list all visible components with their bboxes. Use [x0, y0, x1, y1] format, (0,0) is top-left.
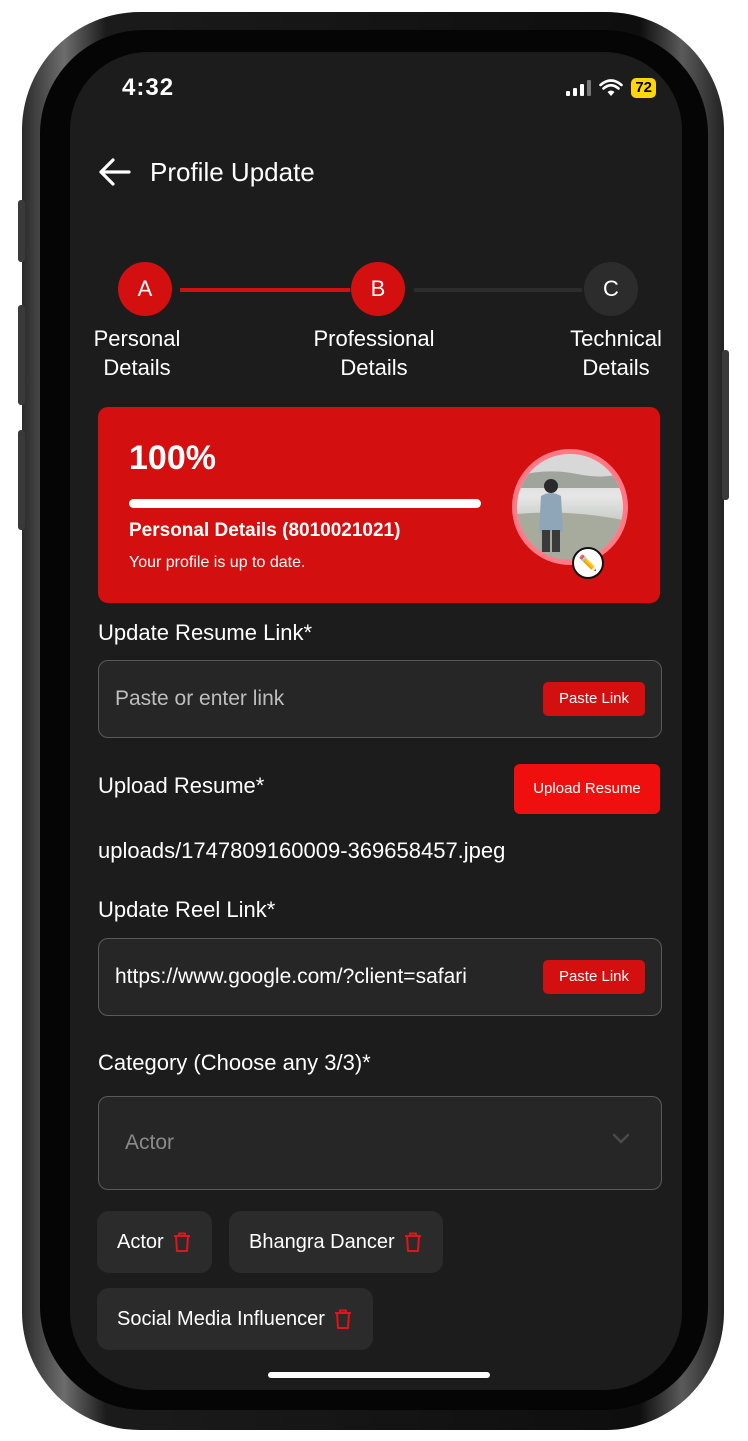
profile-status-text: Your profile is up to date. [129, 554, 306, 571]
avatar [517, 454, 623, 560]
chip-label: Actor [117, 1230, 164, 1253]
category-chip-actor: Actor [97, 1211, 212, 1273]
step-c-label: Technical Details [570, 326, 662, 380]
status-icons: 72 [566, 78, 656, 98]
step-b-letter: B [370, 276, 386, 301]
resume-link-label: Update Resume Link* [98, 620, 313, 645]
category-label: Category (Choose any 3/3)* [98, 1050, 371, 1075]
volume-up-button [18, 305, 25, 405]
reel-link-input[interactable]: https://www.google.com/?client=safari [115, 939, 515, 1015]
uploaded-file-path: uploads/1747809160009-369658457.jpeg [98, 838, 506, 863]
step-a-circle[interactable]: A [118, 262, 172, 316]
personal-details-title: Personal Details (8010021021) [129, 520, 401, 541]
page-title: Profile Update [150, 156, 315, 187]
step-connector-bc [414, 288, 582, 292]
wifi-icon [599, 79, 624, 96]
step-b-circle[interactable]: B [351, 262, 405, 316]
step-c-circle[interactable]: C [584, 262, 638, 316]
trash-icon[interactable] [172, 1231, 192, 1253]
upload-resume-label: Upload Resume* [98, 773, 265, 798]
chip-label: Social Media Influencer [117, 1307, 325, 1330]
resume-link-input[interactable]: Paste or enter link [115, 661, 515, 737]
step-a-label: Personal Details [93, 326, 181, 380]
back-arrow-icon[interactable] [94, 152, 134, 192]
completion-percent: 100% [129, 439, 216, 477]
chip-label: Bhangra Dancer [249, 1230, 395, 1253]
resume-link-field[interactable]: Paste or enter link Paste Link [98, 660, 662, 738]
step-b-label: Professional Details [313, 326, 435, 380]
edit-pencil-icon[interactable]: ✏️ [572, 547, 604, 579]
resume-paste-link-button[interactable]: Paste Link [542, 682, 645, 716]
reel-paste-link-button[interactable]: Paste Link [542, 960, 645, 994]
completion-progress-fill [129, 499, 481, 508]
category-chip-social-media-influencer: Social Media Influencer [97, 1288, 373, 1350]
step-connector-ab [180, 288, 350, 292]
trash-icon[interactable] [333, 1308, 353, 1330]
status-time: 4:32 [122, 74, 175, 101]
avatar-ring[interactable]: ✏️ [512, 449, 628, 579]
chevron-down-icon [612, 1133, 630, 1144]
app-screen: 4:32 72 Profile Update A B C Personal De… [70, 52, 682, 1390]
category-dropdown[interactable]: Actor [98, 1096, 662, 1190]
battery-icon: 72 [631, 78, 656, 98]
trash-icon[interactable] [403, 1231, 423, 1253]
reel-link-field[interactable]: https://www.google.com/?client=safari Pa… [98, 938, 662, 1016]
power-button [722, 350, 729, 500]
progress-stepper: A B C Personal Details Professional Detail… [70, 262, 682, 402]
category-select-value: Actor [125, 1131, 175, 1154]
volume-down-button [18, 430, 25, 530]
mute-switch [18, 200, 25, 262]
home-indicator[interactable] [268, 1372, 490, 1378]
completion-progress-bar [129, 499, 481, 508]
profile-completion-card: 100% Personal Details (8010021021) Your … [98, 407, 660, 603]
header: Profile Update [94, 152, 315, 192]
step-c-letter: C [603, 276, 619, 301]
upload-resume-button[interactable]: Upload Resume [514, 764, 660, 814]
status-bar: 4:32 72 [70, 52, 682, 122]
signal-icon [566, 80, 592, 96]
step-a-letter: A [137, 276, 153, 301]
category-chip-bhangra-dancer: Bhangra Dancer [229, 1211, 443, 1273]
reel-link-label: Update Reel Link* [98, 897, 276, 922]
